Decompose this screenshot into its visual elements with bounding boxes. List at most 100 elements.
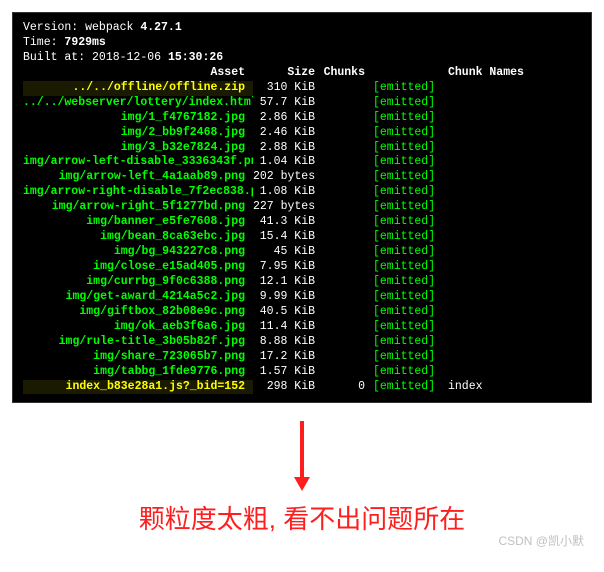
emitted-status: [emitted] xyxy=(373,126,448,141)
asset-size: 9.99 KiB xyxy=(253,290,323,305)
chunk-names xyxy=(448,96,543,111)
table-row: img/banner_e5fe7608.jpg41.3 KiB[emitted] xyxy=(23,215,581,230)
asset-file: img/2_bb9f2468.jpg xyxy=(23,126,253,141)
table-row: img/get-award_4214a5c2.jpg9.99 KiB[emitt… xyxy=(23,290,581,305)
table-row: img/arrow-right-disable_7f2ec838.png1.08… xyxy=(23,185,581,200)
table-row: img/3_b32e7824.jpg2.88 KiB[emitted] xyxy=(23,141,581,156)
asset-file: img/share_723065b7.png xyxy=(23,350,253,365)
chunk-names xyxy=(448,111,543,126)
emitted-status: [emitted] xyxy=(373,230,448,245)
col-chunks: Chunks xyxy=(323,66,373,81)
asset-chunks xyxy=(323,215,373,230)
emitted-status: [emitted] xyxy=(373,170,448,185)
built-line: Built at: 2018-12-06 15:30:26 xyxy=(23,51,581,66)
asset-size: 202 bytes xyxy=(253,170,323,185)
asset-chunks xyxy=(323,126,373,141)
terminal-output: Version: webpack 4.27.1 Time: 7929ms Bui… xyxy=(12,12,592,403)
table-row: img/2_bb9f2468.jpg2.46 KiB[emitted] xyxy=(23,126,581,141)
chunk-names xyxy=(448,155,543,170)
asset-chunks xyxy=(323,141,373,156)
asset-file: img/rule-title_3b05b82f.jpg xyxy=(23,335,253,350)
emitted-status: [emitted] xyxy=(373,141,448,156)
asset-size: 40.5 KiB xyxy=(253,305,323,320)
asset-size: 2.88 KiB xyxy=(253,141,323,156)
table-row: img/currbg_9f0c6388.png12.1 KiB[emitted] xyxy=(23,275,581,290)
asset-file: img/arrow-left_4a1aab89.png xyxy=(23,170,253,185)
asset-file: img/get-award_4214a5c2.jpg xyxy=(23,290,253,305)
chunk-names xyxy=(448,185,543,200)
col-size: Size xyxy=(253,66,323,81)
asset-file: img/arrow-left-disable_3336343f.png xyxy=(23,155,253,170)
table-rows: ../../offline/offline.zip310 KiB[emitted… xyxy=(23,81,581,395)
asset-file: img/bean_8ca63ebc.jpg xyxy=(23,230,253,245)
asset-size: 2.86 KiB xyxy=(253,111,323,126)
asset-size: 41.3 KiB xyxy=(253,215,323,230)
asset-chunks xyxy=(323,96,373,111)
arrow-down-icon xyxy=(0,421,604,491)
chunk-names: index xyxy=(448,380,543,395)
asset-chunks xyxy=(323,350,373,365)
asset-file: img/bg_943227c8.png xyxy=(23,245,253,260)
asset-file: img/1_f4767182.jpg xyxy=(23,111,253,126)
table-row: img/arrow-left-disable_3336343f.png1.04 … xyxy=(23,155,581,170)
table-row: img/tabbg_1fde9776.png1.57 KiB[emitted] xyxy=(23,365,581,380)
table-row: ../../offline/offline.zip310 KiB[emitted… xyxy=(23,81,581,96)
table-row: img/1_f4767182.jpg2.86 KiB[emitted] xyxy=(23,111,581,126)
emitted-status: [emitted] xyxy=(373,260,448,275)
emitted-status: [emitted] xyxy=(373,365,448,380)
emitted-status: [emitted] xyxy=(373,200,448,215)
asset-chunks xyxy=(323,81,373,96)
asset-size: 1.08 KiB xyxy=(253,185,323,200)
asset-file: img/currbg_9f0c6388.png xyxy=(23,275,253,290)
emitted-status: [emitted] xyxy=(373,305,448,320)
asset-file: img/arrow-right-disable_7f2ec838.png xyxy=(23,185,253,200)
table-row: img/arrow-right_5f1277bd.png227 bytes[em… xyxy=(23,200,581,215)
emitted-status: [emitted] xyxy=(373,96,448,111)
asset-size: 12.1 KiB xyxy=(253,275,323,290)
table-row: img/share_723065b7.png17.2 KiB[emitted] xyxy=(23,350,581,365)
table-row: img/rule-title_3b05b82f.jpg8.88 KiB[emit… xyxy=(23,335,581,350)
col-chunk-names: Chunk Names xyxy=(448,66,543,81)
chunk-names xyxy=(448,365,543,380)
chunk-names xyxy=(448,290,543,305)
asset-file: index_b83e28a1.js?_bid=152 xyxy=(23,380,253,395)
asset-file: img/banner_e5fe7608.jpg xyxy=(23,215,253,230)
asset-chunks xyxy=(323,155,373,170)
caption-text: 颗粒度太粗, 看不出问题所在 xyxy=(0,499,604,536)
table-row: img/close_e15ad405.png7.95 KiB [emitted] xyxy=(23,260,581,275)
emitted-status: [emitted] xyxy=(373,185,448,200)
col-spacer xyxy=(373,66,448,81)
asset-size: 1.04 KiB xyxy=(253,155,323,170)
table-row: img/bg_943227c8.png45 KiB [emitted] xyxy=(23,245,581,260)
asset-chunks xyxy=(323,365,373,380)
emitted-status: [emitted] xyxy=(373,155,448,170)
asset-size: 8.88 KiB xyxy=(253,335,323,350)
emitted-status: [emitted] xyxy=(373,380,448,395)
chunk-names xyxy=(448,126,543,141)
chunk-names xyxy=(448,215,543,230)
table-row: img/ok_aeb3f6a6.jpg11.4 KiB[emitted] xyxy=(23,320,581,335)
asset-size: 7.95 KiB xyxy=(253,260,323,275)
asset-chunks xyxy=(323,320,373,335)
asset-file: img/ok_aeb3f6a6.jpg xyxy=(23,320,253,335)
asset-size: 57.7 KiB xyxy=(253,96,323,111)
asset-chunks xyxy=(323,200,373,215)
asset-size: 298 KiB xyxy=(253,380,323,395)
asset-file: img/tabbg_1fde9776.png xyxy=(23,365,253,380)
chunk-names xyxy=(448,230,543,245)
emitted-status: [emitted] xyxy=(373,245,448,260)
table-row: index_b83e28a1.js?_bid=152298 KiB0[emitt… xyxy=(23,380,581,395)
table-row: img/giftbox_82b08e9c.png40.5 KiB[emitted… xyxy=(23,305,581,320)
asset-size: 17.2 KiB xyxy=(253,350,323,365)
asset-size: 45 KiB xyxy=(253,245,323,260)
table-header: Asset Size Chunks Chunk Names xyxy=(23,66,581,81)
asset-file: img/close_e15ad405.png xyxy=(23,260,253,275)
asset-chunks xyxy=(323,305,373,320)
chunk-names xyxy=(448,245,543,260)
version-line: Version: webpack 4.27.1 xyxy=(23,21,581,36)
asset-file: img/arrow-right_5f1277bd.png xyxy=(23,200,253,215)
chunk-names xyxy=(448,260,543,275)
time-line: Time: 7929ms xyxy=(23,36,581,51)
emitted-status: [emitted] xyxy=(373,320,448,335)
table-row: img/bean_8ca63ebc.jpg15.4 KiB[emitted] xyxy=(23,230,581,245)
